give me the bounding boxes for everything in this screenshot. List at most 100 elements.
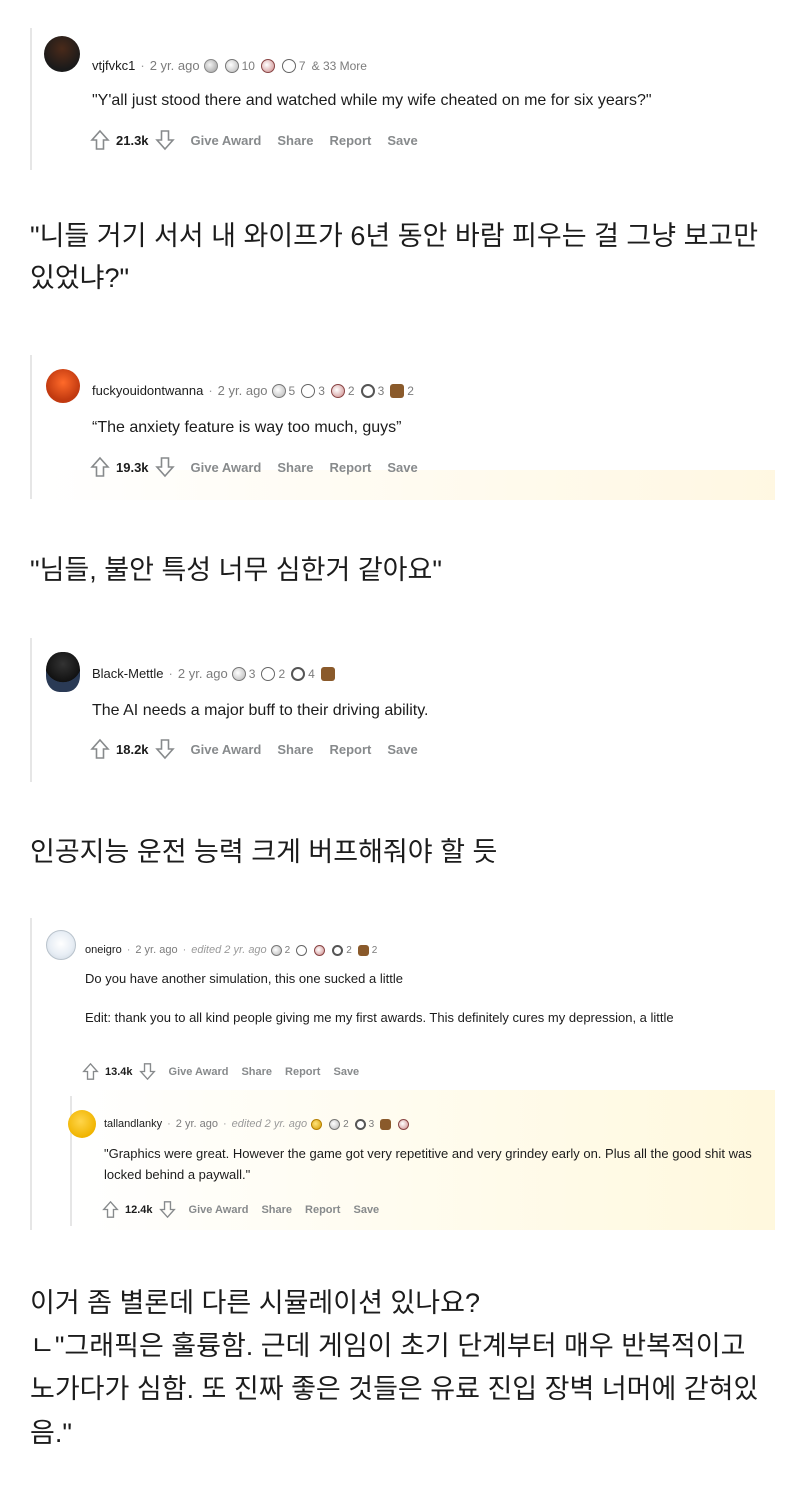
share-button[interactable]: Share bbox=[261, 1204, 292, 1216]
award-count: 4 bbox=[308, 666, 315, 681]
save-button[interactable]: Save bbox=[387, 742, 417, 757]
wholesome-award-icon[interactable] bbox=[390, 383, 405, 398]
separator-dot: · bbox=[167, 1118, 171, 1130]
award-count: 2 bbox=[343, 1118, 349, 1130]
username[interactable]: vtjfvkc1 bbox=[92, 58, 135, 73]
face-award-icon[interactable] bbox=[398, 1118, 410, 1130]
separator-dot: · bbox=[126, 944, 131, 956]
comment-text: The AI needs a major buff to their drivi… bbox=[92, 702, 429, 719]
vote-count: 19.3k bbox=[116, 459, 149, 475]
separator-dot: · bbox=[182, 944, 187, 956]
give-award-button[interactable]: Give Award bbox=[191, 742, 262, 757]
username[interactable]: fuckyouidontwanna bbox=[92, 383, 203, 398]
helpful-award-icon[interactable] bbox=[224, 58, 239, 73]
report-button[interactable]: Report bbox=[330, 460, 372, 475]
avatar[interactable] bbox=[46, 930, 76, 960]
avatar[interactable] bbox=[46, 369, 80, 403]
report-button[interactable]: Report bbox=[285, 1066, 320, 1078]
award-count: 3 bbox=[377, 383, 385, 398]
vote-count: 18.2k bbox=[116, 741, 149, 757]
comment-edit-text: Edit: thank you to all kind people givin… bbox=[85, 1010, 674, 1025]
gold-award-icon[interactable] bbox=[311, 1118, 323, 1130]
coin-award-icon[interactable] bbox=[291, 666, 306, 681]
eye-award-icon[interactable] bbox=[281, 58, 296, 73]
report-button[interactable]: Report bbox=[330, 133, 372, 148]
award-count: 2 bbox=[346, 944, 352, 956]
thread-line[interactable] bbox=[30, 355, 32, 499]
give-award-button[interactable]: Give Award bbox=[169, 1066, 229, 1078]
wholesome-award-icon[interactable] bbox=[357, 944, 369, 956]
helpful-award-icon[interactable] bbox=[270, 944, 282, 956]
comment-card: Black-Mettle · 2 yr. ago 3 2 4 The AI ne… bbox=[30, 638, 775, 782]
report-button[interactable]: Report bbox=[330, 742, 372, 757]
award-count: 3 bbox=[318, 383, 325, 398]
eye-award-icon[interactable] bbox=[301, 383, 316, 398]
comment-text: Do you have another simulation, this one… bbox=[85, 971, 403, 986]
share-button[interactable]: Share bbox=[277, 133, 313, 148]
translation-text: 이거 좀 별론데 다른 시뮬레이션 있나요? ㄴ"그래픽은 훌륭함. 근데 게임… bbox=[30, 1282, 775, 1455]
separator-dot: · bbox=[140, 58, 145, 73]
coin-award-icon[interactable] bbox=[354, 1118, 366, 1130]
separator-dot: · bbox=[168, 666, 173, 681]
username[interactable]: Black-Mettle bbox=[92, 666, 164, 681]
downvote-icon[interactable] bbox=[154, 738, 175, 760]
report-button[interactable]: Report bbox=[305, 1204, 340, 1216]
timestamp[interactable]: 2 yr. ago bbox=[135, 944, 177, 956]
share-button[interactable]: Share bbox=[277, 460, 313, 475]
helpful-award-icon[interactable] bbox=[271, 383, 286, 398]
share-button[interactable]: Share bbox=[277, 742, 313, 757]
save-button[interactable]: Save bbox=[387, 133, 417, 148]
downvote-icon[interactable] bbox=[158, 1200, 176, 1219]
upvote-icon[interactable] bbox=[102, 1200, 119, 1219]
eye-award-icon[interactable] bbox=[261, 666, 276, 681]
thread-line[interactable] bbox=[30, 918, 32, 1230]
username[interactable]: tallandlanky bbox=[104, 1118, 162, 1130]
award-count: 2 bbox=[407, 383, 414, 398]
helpful-award-icon[interactable] bbox=[329, 1118, 341, 1130]
award-count: 2 bbox=[284, 944, 291, 956]
swirl-award-icon[interactable] bbox=[314, 944, 326, 956]
silver-award-icon[interactable] bbox=[203, 58, 218, 73]
timestamp[interactable]: 2 yr. ago bbox=[178, 666, 228, 681]
username[interactable]: oneigro bbox=[85, 944, 122, 956]
timestamp[interactable]: 2 yr. ago bbox=[218, 383, 268, 398]
eye-award-icon[interactable] bbox=[296, 944, 308, 956]
upvote-icon[interactable] bbox=[90, 129, 110, 151]
more-awards[interactable]: & 33 More bbox=[312, 59, 367, 73]
avatar[interactable] bbox=[44, 36, 80, 72]
save-button[interactable]: Save bbox=[353, 1204, 379, 1216]
thread-line[interactable] bbox=[30, 638, 32, 782]
wholesome-award-icon[interactable] bbox=[380, 1118, 392, 1130]
save-button[interactable]: Save bbox=[387, 460, 417, 475]
timestamp[interactable]: 2 yr. ago bbox=[150, 58, 200, 73]
upvote-icon[interactable] bbox=[82, 1062, 99, 1081]
thread-line[interactable] bbox=[30, 28, 32, 170]
give-award-button[interactable]: Give Award bbox=[191, 460, 262, 475]
wholesome-award-icon[interactable] bbox=[320, 666, 335, 681]
award-count: 7 bbox=[298, 58, 306, 73]
face-award-icon[interactable] bbox=[260, 58, 275, 73]
edited-label: edited 2 yr. ago bbox=[231, 1118, 308, 1130]
reply-text: "Graphics were great. However the game g… bbox=[104, 1146, 752, 1182]
downvote-icon[interactable] bbox=[138, 1062, 156, 1081]
upvote-icon[interactable] bbox=[90, 738, 110, 760]
swirl-award-icon[interactable] bbox=[330, 383, 345, 398]
downvote-icon[interactable] bbox=[154, 129, 175, 151]
avatar[interactable] bbox=[68, 1110, 96, 1138]
coin-award-icon[interactable] bbox=[360, 383, 375, 398]
award-count: 5 bbox=[288, 383, 296, 398]
vote-count: 12.4k bbox=[125, 1203, 153, 1216]
upvote-icon[interactable] bbox=[90, 456, 110, 478]
translation-text: 인공지능 운전 능력 크게 버프해줘야 할 듯 bbox=[30, 837, 498, 867]
timestamp[interactable]: 2 yr. ago bbox=[176, 1118, 218, 1130]
avatar[interactable] bbox=[46, 652, 80, 692]
award-count: 3 bbox=[248, 666, 256, 681]
translation-text: "니들 거기 서서 내 와이프가 6년 동안 바람 피우는 걸 그냥 보고만 있… bbox=[30, 221, 759, 293]
give-award-button[interactable]: Give Award bbox=[191, 133, 262, 148]
coin-award-icon[interactable] bbox=[332, 944, 344, 956]
helpful-award-icon[interactable] bbox=[231, 666, 246, 681]
save-button[interactable]: Save bbox=[333, 1066, 359, 1078]
give-award-button[interactable]: Give Award bbox=[189, 1204, 249, 1216]
share-button[interactable]: Share bbox=[241, 1066, 272, 1078]
downvote-icon[interactable] bbox=[154, 456, 175, 478]
